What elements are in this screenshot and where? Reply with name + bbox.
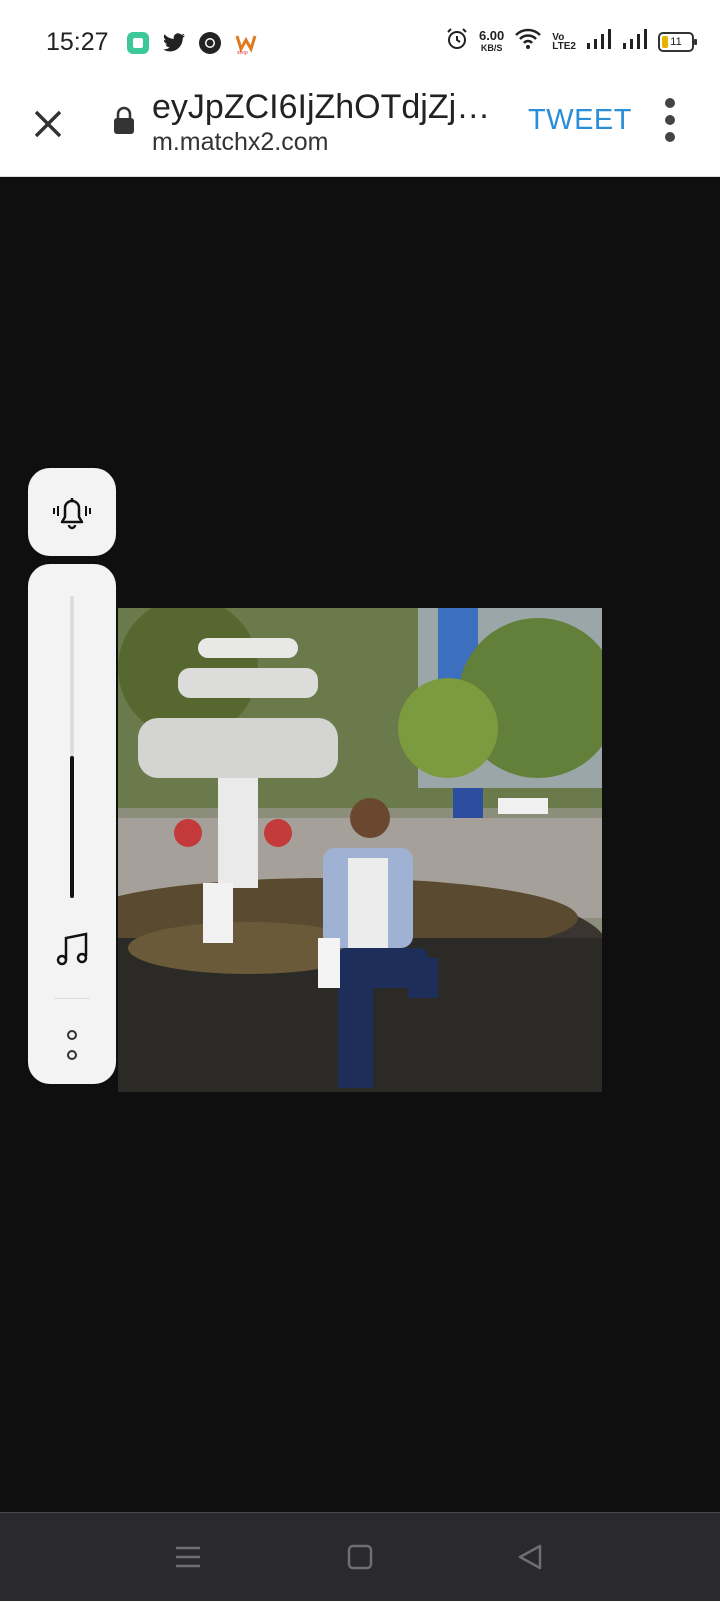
chrome-icon xyxy=(198,31,222,55)
close-icon xyxy=(34,110,62,138)
music-note-icon xyxy=(52,930,92,970)
browser-toolbar: eyJpZCI6IjZhOTdjZjZ… m.matchx2.com TWEET xyxy=(0,88,720,177)
url-domain[interactable]: m.matchx2.com xyxy=(152,128,328,157)
recent-apps-button[interactable] xyxy=(172,1541,204,1573)
volume-panel xyxy=(28,564,116,1084)
notification-icons: shop xyxy=(126,31,258,55)
volume-slider[interactable] xyxy=(70,596,74,898)
network-speed: 6.00 KB/S xyxy=(478,27,505,54)
speed-unit: KB/S xyxy=(480,42,503,53)
navigation-bar xyxy=(0,1512,720,1601)
home-square-icon xyxy=(347,1544,373,1570)
back-button[interactable] xyxy=(514,1541,546,1573)
speed-value: 6.00 xyxy=(478,27,505,43)
volte-indicator: Vo LTE2 xyxy=(552,31,576,52)
signal-icon-1 xyxy=(586,28,612,55)
battery-icon: 11 xyxy=(658,31,697,52)
ringer-mode-button[interactable] xyxy=(28,468,116,556)
battery-level: 11 xyxy=(670,35,682,48)
signal-icon-2 xyxy=(622,28,648,55)
app-icon xyxy=(126,31,150,55)
volume-more-button[interactable] xyxy=(62,1030,82,1060)
close-button[interactable] xyxy=(28,104,68,144)
status-indicators: 6.00 KB/S Vo LTE2 11 xyxy=(445,27,697,56)
volume-slider-fill xyxy=(70,756,74,898)
volume-divider xyxy=(54,998,90,999)
profile-photo xyxy=(118,608,602,1092)
page-title[interactable]: eyJpZCI6IjZhOTdjZjZ… xyxy=(152,88,502,127)
svg-text:shop: shop xyxy=(237,50,248,55)
back-triangle-icon xyxy=(518,1544,542,1570)
shopping-icon: shop xyxy=(234,31,258,55)
wifi-icon xyxy=(514,28,542,55)
lock-icon xyxy=(112,106,136,136)
status-bar: 15:27 shop 6.00 KB/S Vo LTE2 11 xyxy=(0,0,720,88)
overflow-menu-button[interactable] xyxy=(660,98,680,142)
twitter-icon xyxy=(162,31,186,55)
home-button[interactable] xyxy=(344,1541,376,1573)
bell-icon xyxy=(53,498,91,530)
more-vert-icon xyxy=(665,98,675,108)
menu-icon xyxy=(176,1546,200,1568)
alarm-icon xyxy=(445,27,469,56)
more-icon xyxy=(67,1030,77,1040)
status-time: 15:27 xyxy=(46,28,109,56)
tweet-button[interactable]: TWEET xyxy=(528,104,632,137)
